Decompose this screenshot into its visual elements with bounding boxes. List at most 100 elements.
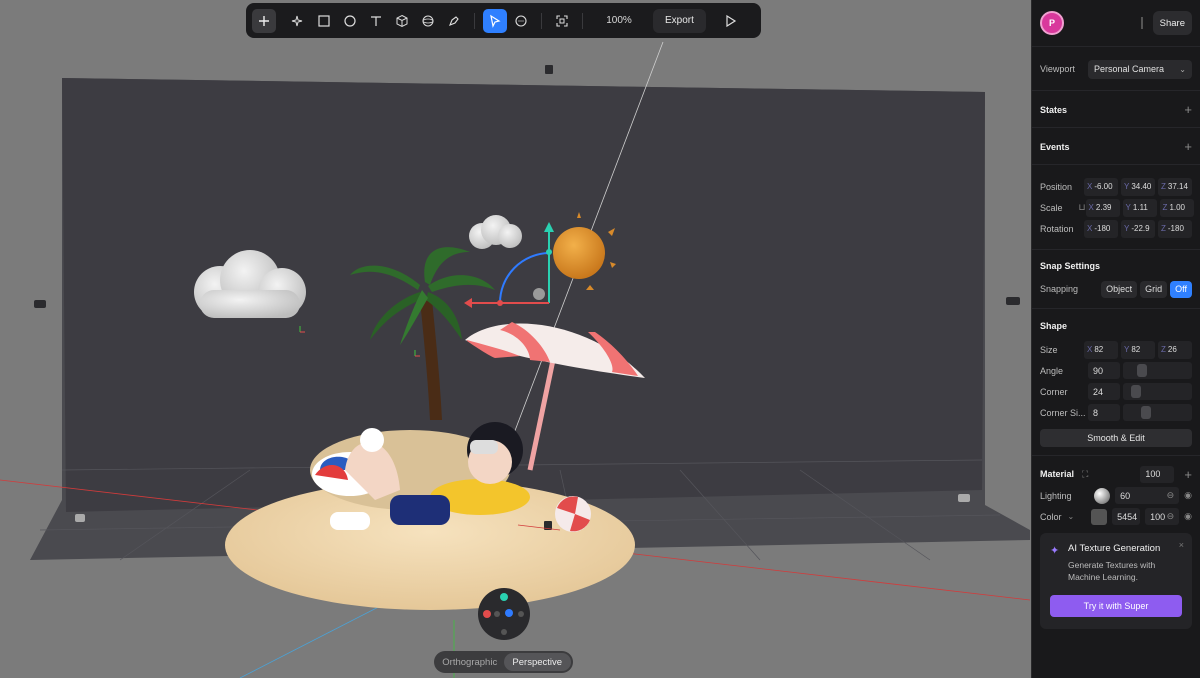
slider-knob[interactable] [1141, 406, 1151, 419]
chevron-down-icon: ⌄ [1179, 64, 1186, 74]
scale-z-field[interactable]: Z 1.00 [1159, 198, 1194, 217]
corner-sides-field[interactable]: 8 [1088, 404, 1120, 421]
orthographic-option[interactable]: Orthographic [436, 653, 504, 671]
lock-icon[interactable]: ⊔ [1079, 202, 1086, 213]
toolbar-divider [582, 12, 583, 29]
ai-magic-icon[interactable] [286, 9, 310, 33]
size-x-field[interactable]: X 82 [1084, 340, 1118, 359]
position-x-field[interactable]: X -6.00 [1084, 177, 1118, 196]
position-y-field[interactable]: Y 34.40 [1121, 177, 1155, 196]
material-opacity-field[interactable]: 100 [1140, 465, 1175, 483]
snapping-label: Snapping [1040, 284, 1079, 294]
lighting-field[interactable]: 60 ⊖ [1115, 487, 1180, 504]
states-title: States [1040, 104, 1068, 115]
shape-section: Shape Size X 82 Y 82 Z 26 Angle 90 Corner 2… [1032, 309, 1200, 456]
viewport-dropdown[interactable]: Personal Camera ⌄ [1088, 59, 1192, 79]
events-title: Events [1040, 141, 1070, 152]
angle-field[interactable]: 90 [1088, 362, 1120, 379]
lighting-sphere-icon[interactable] [1094, 487, 1111, 504]
corner-sides-slider[interactable] [1123, 404, 1192, 421]
zoom-level[interactable]: 100% [591, 15, 647, 26]
main-toolbar: 100% Export [246, 3, 761, 38]
3d-viewport[interactable]: 100% Export Orthographic Perspective [0, 0, 1030, 678]
select-cursor-icon[interactable] [483, 8, 507, 33]
viewport-section: Viewport Personal Camera ⌄ [1032, 47, 1200, 91]
export-button[interactable]: Export [653, 8, 706, 33]
smooth-edit-button[interactable]: Smooth & Edit [1040, 429, 1192, 447]
frame-focus-icon[interactable] [550, 9, 574, 33]
snap-title: Snap Settings [1040, 261, 1101, 271]
size-z-field[interactable]: Z 26 [1158, 340, 1192, 359]
chevron-down-icon[interactable]: ⌄ [1068, 512, 1075, 521]
add-state-icon[interactable]: + [1184, 103, 1192, 116]
lighting-label: Lighting [1040, 490, 1072, 501]
corner-slider[interactable] [1123, 383, 1192, 400]
position-z-field[interactable]: Z 37.14 [1158, 177, 1192, 196]
scale-x-field[interactable]: X 2.39 [1085, 198, 1120, 217]
handle-left [34, 300, 46, 308]
snap-off-option[interactable]: Off [1170, 280, 1192, 298]
add-icon[interactable] [252, 8, 276, 33]
rotation-y-field[interactable]: Y -22.9 [1121, 219, 1155, 238]
perspective-option[interactable]: Perspective [503, 653, 571, 671]
share-button[interactable]: Share [1152, 11, 1192, 35]
rotation-x-field[interactable]: X -180 [1084, 219, 1118, 238]
text-icon[interactable] [364, 9, 388, 33]
corner-label: Corner [1040, 386, 1068, 397]
beach-ball [555, 496, 591, 532]
slider-knob[interactable] [1131, 385, 1141, 398]
material-section: Material ⛶ 100 + Lighting 60 ⊖ ◉ Color ⌄ … [1032, 456, 1200, 629]
sparkle-icon: ✦ [1050, 545, 1060, 557]
snap-grid-option[interactable]: Grid [1140, 280, 1168, 298]
color-label: Color [1040, 511, 1062, 522]
handle-top [545, 65, 553, 74]
rectangle-icon[interactable] [312, 9, 336, 33]
viewport-value: Personal Camera [1094, 64, 1165, 74]
corner-field[interactable]: 24 [1088, 383, 1120, 400]
rotation-label: Rotation [1040, 223, 1074, 234]
expand-icon[interactable]: ⛶ [1082, 469, 1088, 480]
pen-icon[interactable] [442, 9, 466, 33]
cube-icon[interactable] [390, 9, 414, 33]
size-y-field[interactable]: Y 82 [1121, 340, 1155, 359]
play-icon[interactable] [718, 9, 742, 33]
header-divider [1140, 17, 1143, 29]
angle-slider[interactable] [1123, 362, 1192, 379]
avatar[interactable]: P [1040, 11, 1064, 35]
comment-icon[interactable] [509, 9, 533, 33]
viewport-label: Viewport [1040, 64, 1075, 74]
close-icon[interactable]: × [1179, 540, 1184, 550]
shape-title: Shape [1040, 321, 1068, 331]
handle-corner-br [958, 494, 970, 502]
add-material-icon[interactable]: + [1184, 468, 1192, 481]
position-label: Position [1040, 181, 1073, 192]
visibility-icon[interactable]: ◉ [1184, 490, 1192, 501]
size-label: Size [1040, 344, 1058, 355]
toolbar-divider [474, 12, 475, 29]
rotation-z-field[interactable]: Z -180 [1158, 219, 1192, 238]
color-opacity-field[interactable]: 100 ⊖ [1145, 508, 1180, 525]
scene-canvas[interactable] [0, 0, 1030, 678]
handle-corner-bl [75, 514, 85, 522]
color-hex-field[interactable]: 5454 [1112, 508, 1141, 525]
snap-object-option[interactable]: Object [1101, 280, 1138, 298]
snap-section: Snap Settings Snapping Object Grid Off [1032, 250, 1200, 309]
properties-panel: P Share Viewport Personal Camera ⌄ State… [1031, 0, 1200, 678]
toolbar-divider [541, 12, 542, 29]
ai-card-title: AI Texture Generation [1068, 543, 1161, 554]
scale-y-field[interactable]: Y 1.11 [1122, 198, 1157, 217]
navigation-gizmo [478, 588, 530, 640]
corner-sides-label: Corner Si... [1040, 407, 1086, 418]
ellipse-icon[interactable] [338, 9, 362, 33]
sphere-icon[interactable] [416, 9, 440, 33]
panel-header: P Share [1032, 0, 1200, 47]
slider-knob[interactable] [1137, 364, 1147, 377]
visibility-icon[interactable]: ◉ [1184, 511, 1192, 522]
color-swatch[interactable] [1091, 508, 1108, 525]
add-event-icon[interactable]: + [1184, 140, 1192, 153]
events-section: Events + [1032, 128, 1200, 165]
try-super-button[interactable]: Try it with Super [1050, 595, 1182, 617]
handle-right [1006, 297, 1020, 305]
transform-section: Position X -6.00 Y 34.40 Z 37.14 Scale ⊔ X2… [1032, 165, 1200, 250]
camera-mode-toggle: Orthographic Perspective [434, 651, 573, 673]
